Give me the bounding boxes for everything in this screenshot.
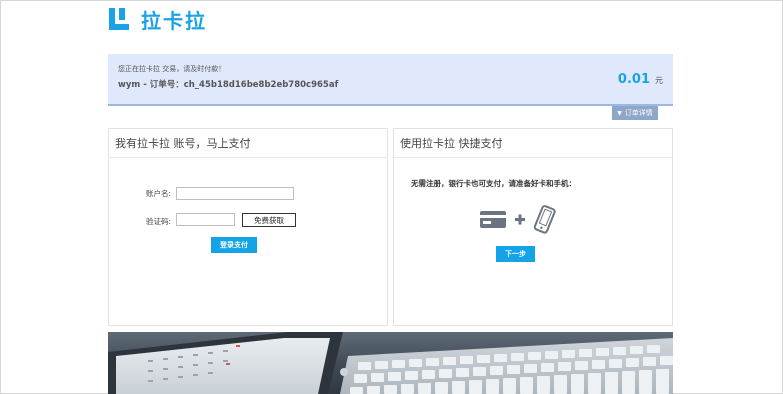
mobile-phone-icon [533,205,556,234]
account-label: 账户名: [146,189,172,198]
brand-name: 拉卡拉 [141,8,207,33]
account-panel-title: 我有拉卡拉 账号，马上支付 [109,129,387,158]
order-detail-button[interactable]: ▼ 订单详情 [612,106,658,120]
order-detail-label: 订单详情 [624,109,653,117]
payment-notice: 您正在拉卡拉 交易，请及时付款！ [118,65,226,73]
quick-panel-title: 使用拉卡拉 快捷支付 [394,129,672,158]
plus-icon [515,214,525,225]
login-pay-button[interactable]: 登录支付 [211,237,257,253]
lakala-logo-icon [108,8,130,30]
order-amount: 0.01 元 [618,72,663,87]
amount-unit: 元 [655,76,663,85]
quick-pay-icons [478,205,566,235]
account-input[interactable] [176,187,294,200]
promo-banner-image [108,332,673,394]
next-step-button[interactable]: 下一步 [496,246,535,262]
brand-logo: 拉卡拉 [108,7,207,33]
verification-code-input[interactable] [176,213,235,226]
amount-value: 0.01 [617,72,650,87]
order-number: wym - 订单号：ch_45b18d16be8b2eb780c965af [118,80,339,90]
quick-pay-note: 无需注册，银行卡也可支付，请准备好卡和手机： [411,179,576,188]
order-summary: 您正在拉卡拉 交易，请及时付款！ wym - 订单号：ch_45b18d16be… [108,54,673,106]
caret-down-icon: ▼ [617,109,622,117]
quick-pay-panel: 使用拉卡拉 快捷支付 无需注册，银行卡也可支付，请准备好卡和手机： 下一步 [393,128,673,326]
bank-card-icon [480,211,506,228]
verification-code-label: 验证码: [146,217,172,226]
get-code-button[interactable]: 免费获取 [242,213,296,227]
account-pay-panel: 我有拉卡拉 账号，马上支付 账户名: 验证码: 免费获取 登录支付 [108,128,388,326]
